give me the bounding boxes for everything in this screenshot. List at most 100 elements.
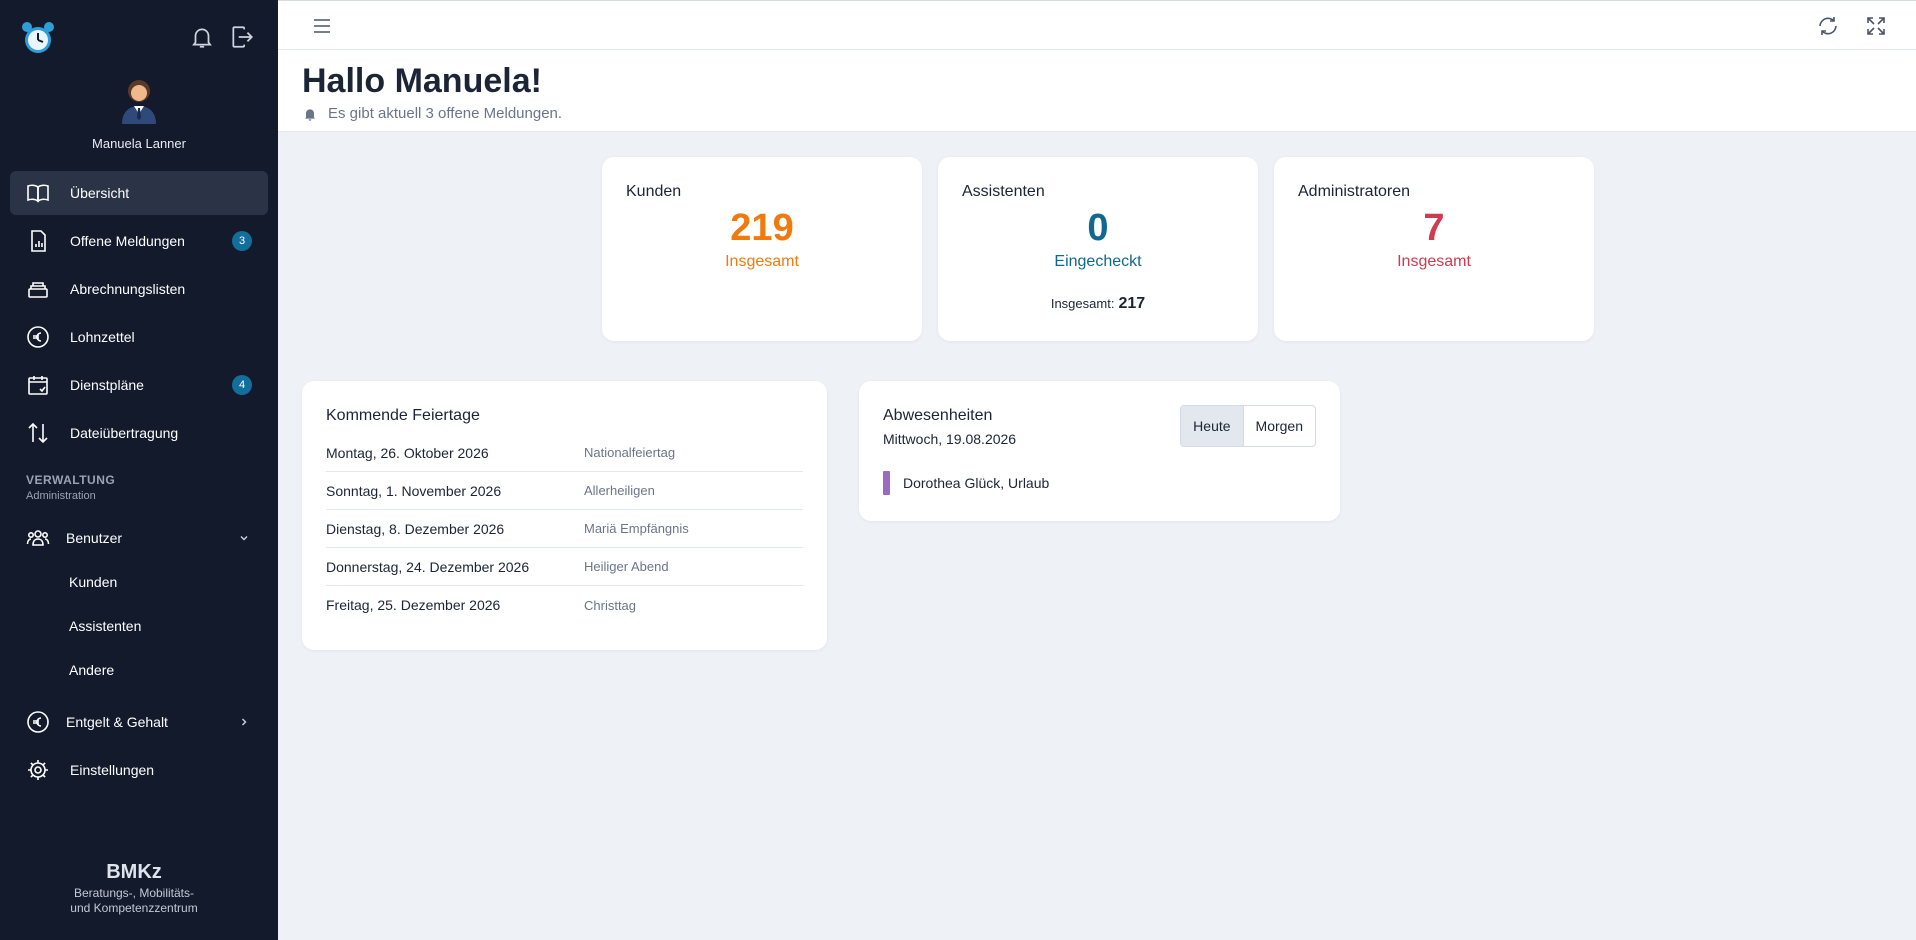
brand-tagline-2: und Kompetenzzentrum xyxy=(70,901,198,915)
sidebar-item-label: Entgelt & Gehalt xyxy=(66,714,168,730)
alarm-clock-logo-icon[interactable] xyxy=(20,20,56,56)
gear-icon xyxy=(28,760,48,780)
users-icon xyxy=(26,530,50,546)
holiday-date: Sonntag, 1. November 2026 xyxy=(326,482,502,499)
tab-morgen[interactable]: Morgen xyxy=(1244,406,1315,446)
stat-total-value: 217 xyxy=(1118,295,1146,312)
holiday-name: Mariä Empfängnis xyxy=(584,521,689,536)
page-header: Hallo Manuela! Es gibt aktuell 3 offene … xyxy=(278,50,1916,132)
book-icon xyxy=(27,184,49,203)
stat-label: Insgesamt xyxy=(1397,253,1471,270)
count-badge: 3 xyxy=(232,231,252,251)
transfer-icon xyxy=(28,422,48,444)
list-item: Donnerstag, 24. Dezember 2026 Heiliger Ab… xyxy=(326,548,803,586)
sidebar-subitem-assistenten[interactable]: Assistenten xyxy=(0,604,278,648)
euro-icon xyxy=(27,711,49,733)
top-bar xyxy=(278,0,1916,50)
brand-name: BMKz xyxy=(106,861,162,883)
sidebar-item-uebersicht[interactable]: Übersicht xyxy=(10,171,268,215)
absences-date: Mittwoch, 19.08.2026 xyxy=(883,431,1017,447)
absence-entry: Dorothea Glück, Urlaub xyxy=(883,471,1049,495)
stat-value: 7 xyxy=(1423,207,1445,249)
section-verwaltung: VERWALTUNG Administration xyxy=(26,473,278,502)
sidebar-subitem-kunden[interactable]: Kunden xyxy=(0,560,278,604)
section-subtitle: Administration xyxy=(26,490,96,502)
stat-value: 0 xyxy=(1087,207,1109,249)
stat-label: Insgesamt xyxy=(725,253,799,270)
stat-title: Administratoren xyxy=(1298,183,1411,200)
stat-title: Assistenten xyxy=(962,183,1045,200)
refresh-icon[interactable] xyxy=(1816,14,1840,38)
day-toggle: Heute Morgen xyxy=(1180,405,1316,447)
sidebar-item-label: Benutzer xyxy=(66,530,123,546)
list-item: Dienstag, 8. Dezember 2026 Mariä Empfängn… xyxy=(326,510,803,548)
sidebar-item-dateiuebertragung[interactable]: Dateiübertragung xyxy=(10,411,268,455)
chevron-down-icon xyxy=(240,536,248,541)
holiday-name: Allerheiligen xyxy=(584,483,655,498)
sidebar-item-entgelt-gehalt[interactable]: Entgelt & Gehalt xyxy=(10,700,268,744)
bell-icon[interactable] xyxy=(189,24,215,50)
stat-card-administratoren[interactable]: Administratoren 7 Insgesamt xyxy=(1274,157,1594,341)
stat-title: Kunden xyxy=(626,183,682,200)
sidebar-item-dienstplaene[interactable]: Dienstpläne 4 xyxy=(10,363,268,407)
stat-card-kunden[interactable]: Kunden 219 Insgesamt xyxy=(602,157,922,341)
user-profile: Manuela Lanner xyxy=(0,74,278,151)
page-title: Hallo Manuela! xyxy=(302,62,542,100)
holiday-date: Montag, 26. Oktober 2026 xyxy=(326,444,489,461)
list-item: Freitag, 25. Dezember 2026 Christtag xyxy=(326,586,803,624)
sidebar-item-offene-meldungen[interactable]: Offene Meldungen 3 xyxy=(10,219,268,263)
sidebar-item-label: Dateiübertragung xyxy=(70,425,179,441)
stat-total: Insgesamt: 217 xyxy=(938,295,1258,313)
sidebar-item-label: Abrechnungslisten xyxy=(70,281,186,297)
logout-icon[interactable] xyxy=(229,24,255,50)
card-title: Abwesenheiten xyxy=(883,407,993,424)
tab-heute[interactable]: Heute xyxy=(1181,406,1244,446)
absences-card: Abwesenheiten Mittwoch, 19.08.2026 Heute… xyxy=(859,381,1340,521)
holidays-card: Kommende Feiertage Montag, 26. Oktober 2… xyxy=(302,381,827,650)
sidebar-subitem-andere[interactable]: Andere xyxy=(0,648,278,692)
holiday-list: Montag, 26. Oktober 2026 Nationalfeiertag… xyxy=(326,434,803,624)
notification-notice[interactable]: Es gibt aktuell 3 offene Meldungen. xyxy=(302,105,562,122)
holiday-date: Donnerstag, 24. Dezember 2026 xyxy=(326,558,530,575)
report-icon xyxy=(31,230,46,252)
calendar-icon xyxy=(28,376,48,395)
stat-label: Eingecheckt xyxy=(1054,253,1142,270)
holiday-date: Freitag, 25. Dezember 2026 xyxy=(326,597,501,613)
user-name: Manuela Lanner xyxy=(92,136,186,151)
holiday-date: Dienstag, 8. Dezember 2026 xyxy=(326,520,505,537)
notice-text: Es gibt aktuell 3 offene Meldungen. xyxy=(328,105,563,122)
chevron-right-icon xyxy=(242,718,247,726)
sidebar-item-label: Lohnzettel xyxy=(70,329,135,345)
sidebar-top xyxy=(0,0,278,74)
brand-tagline-1: Beratungs-, Mobilitäts- xyxy=(73,886,195,900)
sidebar-item-lohnzettel[interactable]: Lohnzettel xyxy=(10,315,268,359)
section-title: VERWALTUNG xyxy=(26,473,116,487)
sidebar-item-label: Offene Meldungen xyxy=(70,233,185,249)
brand-footer: BMKz Beratungs-, Mobilitäts- und Kompete… xyxy=(0,861,268,916)
stat-value: 219 xyxy=(730,207,794,249)
sidebar-item-einstellungen[interactable]: Einstellungen xyxy=(10,748,268,792)
sidebar-item-abrechnungslisten[interactable]: Abrechnungslisten xyxy=(10,267,268,311)
euro-icon xyxy=(27,326,49,348)
absence-text: Dorothea Glück, Urlaub xyxy=(903,475,1050,491)
count-badge: 4 xyxy=(232,375,252,395)
sidebar-item-label: Übersicht xyxy=(70,185,130,201)
sidebar-item-benutzer[interactable]: Benutzer xyxy=(10,516,268,560)
sidebar-item-label: Einstellungen xyxy=(70,762,155,778)
stat-card-assistenten[interactable]: Assistenten 0 Eingecheckt Insgesamt: 217 xyxy=(938,157,1258,341)
holiday-name: Christtag xyxy=(584,597,637,613)
absence-color-marker xyxy=(883,471,890,495)
card-title: Kommende Feiertage xyxy=(326,407,480,424)
stack-icon xyxy=(28,282,48,298)
sidebar-nav: Übersicht Offene Meldungen 3 Abrechnungs… xyxy=(0,171,278,455)
avatar[interactable] xyxy=(114,74,164,124)
list-item: Sonntag, 1. November 2026 Allerheiligen xyxy=(326,472,803,510)
holiday-name: Nationalfeiertag xyxy=(584,445,676,460)
sidebar-item-label: Dienstpläne xyxy=(70,377,144,393)
stat-total-label: Insgesamt: xyxy=(1050,296,1115,311)
bell-icon xyxy=(305,108,315,121)
holiday-name: Heiliger Abend xyxy=(584,559,669,574)
fullscreen-icon[interactable] xyxy=(1864,14,1888,38)
hamburger-menu-icon[interactable] xyxy=(310,14,334,38)
sidebar: Manuela Lanner Übersicht Offene Meldunge… xyxy=(0,0,278,940)
